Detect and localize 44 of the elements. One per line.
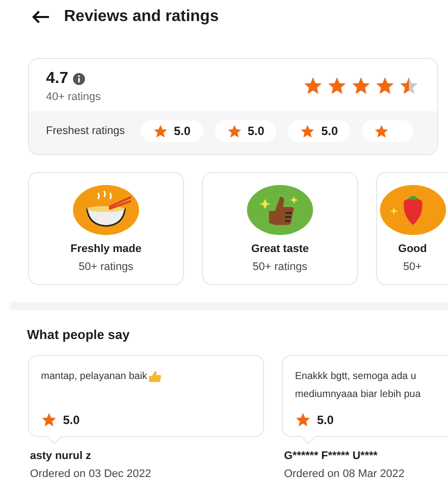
star-icon bbox=[152, 124, 168, 138]
reviewer-name: asty nurul z bbox=[30, 450, 92, 462]
bowl-icon bbox=[73, 185, 139, 235]
freshest-ratings-label: Freshest ratings bbox=[46, 125, 125, 137]
star-icon bbox=[327, 76, 347, 96]
highlight-title: Good bbox=[398, 243, 427, 255]
star-icon bbox=[374, 124, 389, 138]
star-icon bbox=[295, 412, 311, 428]
order-date: Ordered on 03 Dec 2022 bbox=[30, 468, 152, 480]
order-date: Ordered on 08 Mar 2022 bbox=[284, 468, 406, 480]
highlight-count: 50+ bbox=[403, 261, 422, 273]
info-icon[interactable] bbox=[73, 72, 86, 84]
review-text: mantap, pelayanan baik bbox=[41, 370, 162, 383]
thumbs-up-icon bbox=[148, 370, 162, 383]
star-icon bbox=[300, 124, 316, 138]
rating-chip[interactable] bbox=[362, 120, 413, 142]
fruit-icon bbox=[380, 185, 446, 235]
highlight-title: Great taste bbox=[251, 243, 309, 255]
ratings-count: 40+ ratings bbox=[46, 90, 101, 102]
review-rating: 5.0 bbox=[317, 413, 334, 427]
rating-chip[interactable]: 5.0 bbox=[214, 120, 276, 142]
highlight-card[interactable]: Great taste 50+ ratings bbox=[202, 172, 358, 285]
highlight-count: 50+ ratings bbox=[252, 261, 308, 273]
star-icon bbox=[41, 412, 57, 428]
highlight-count: 50+ ratings bbox=[78, 261, 134, 273]
star-icon bbox=[399, 76, 419, 96]
highlight-card[interactable]: Freshly made 50+ ratings bbox=[28, 172, 184, 285]
review-text: Enakkk bgtt, semoga ada u bbox=[295, 370, 416, 383]
star-icon bbox=[226, 124, 242, 138]
reviewer-name: G****** F***** U**** bbox=[284, 450, 379, 462]
highlight-card[interactable]: Good 50+ bbox=[376, 172, 448, 285]
section-title: What people say bbox=[26, 326, 131, 342]
back-arrow-icon[interactable] bbox=[32, 10, 50, 24]
star-icon bbox=[351, 76, 371, 96]
rating-chip[interactable]: 5.0 bbox=[140, 120, 203, 142]
page-title: Reviews and ratings bbox=[64, 8, 219, 26]
review-rating: 5.0 bbox=[63, 413, 80, 427]
thumbs-up-icon bbox=[247, 185, 313, 235]
highlight-title: Freshly made bbox=[70, 243, 142, 255]
review-text: mediumnyaaa biar lebih pua bbox=[295, 388, 421, 401]
star-icon bbox=[375, 76, 395, 96]
rating-chip[interactable]: 5.0 bbox=[288, 120, 350, 142]
average-score: 4.7 bbox=[46, 70, 68, 88]
star-icon bbox=[303, 76, 323, 96]
